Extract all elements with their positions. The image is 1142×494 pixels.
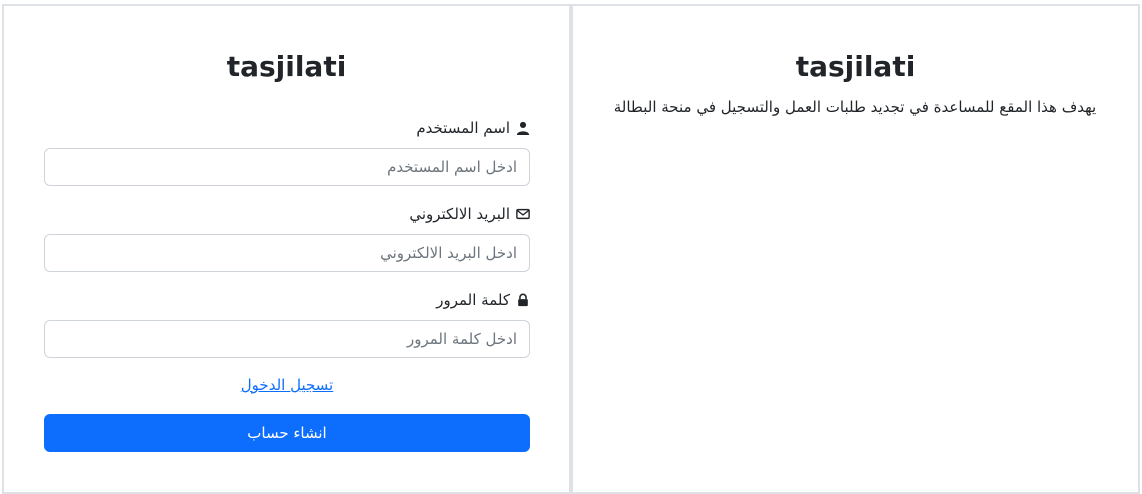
login-link[interactable]: تسجيل الدخول: [44, 376, 530, 394]
username-input[interactable]: [44, 148, 530, 186]
email-label-row: البريد الالكتروني: [409, 205, 530, 223]
form-title: tasjilati: [226, 50, 347, 83]
password-label: كلمة المرور: [436, 291, 510, 309]
password-input[interactable]: [44, 320, 530, 358]
user-icon: [516, 121, 530, 135]
lock-icon: [516, 293, 530, 307]
site-title: tasjilati: [795, 50, 916, 83]
signup-button[interactable]: انشاء حساب: [44, 414, 530, 452]
password-label-row: كلمة المرور: [436, 291, 530, 309]
username-label: اسم المستخدم: [416, 119, 510, 137]
username-label-row: اسم المستخدم: [416, 119, 530, 137]
envelope-icon: [516, 207, 530, 221]
email-input[interactable]: [44, 234, 530, 272]
email-label: البريد الالكتروني: [409, 205, 510, 223]
site-description: يهدف هذا المقع للمساعدة في تجديد طلبات ا…: [613, 98, 1097, 116]
